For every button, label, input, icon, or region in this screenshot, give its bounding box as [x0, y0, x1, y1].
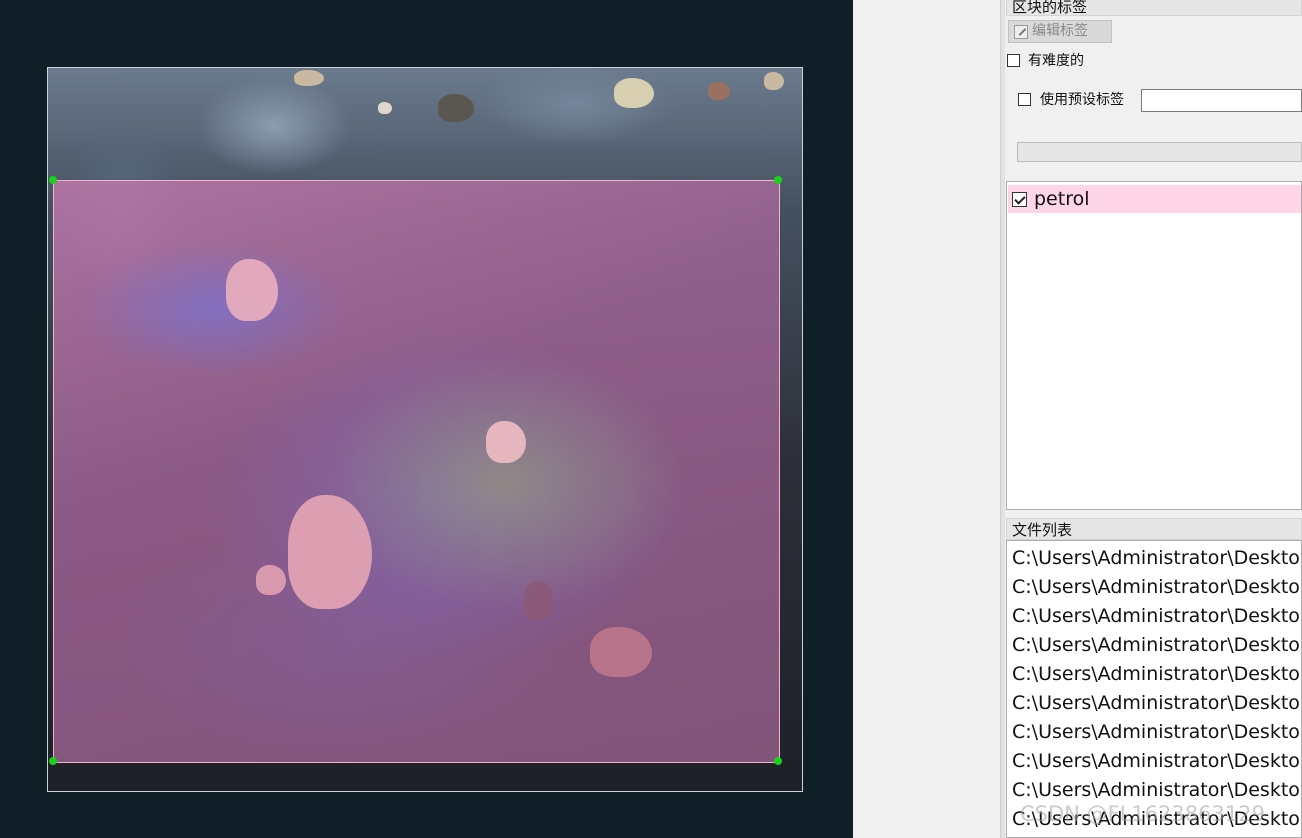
- file-list-item[interactable]: C:\Users\Administrator\Deskto: [1007, 602, 1301, 631]
- image-canvas[interactable]: [0, 0, 853, 838]
- bbox-handle-bottom-left[interactable]: [49, 757, 57, 765]
- difficult-label: 有难度的: [1028, 53, 1084, 69]
- file-list-item[interactable]: C:\Users\Administrator\Deskto: [1007, 718, 1301, 747]
- label-visible-checkbox[interactable]: [1012, 191, 1027, 207]
- file-list-item[interactable]: C:\Users\Administrator\Deskto: [1007, 631, 1301, 660]
- file-list-item[interactable]: C:\Users\Administrator\Deskto: [1007, 660, 1301, 689]
- default-label-input[interactable]: [1141, 89, 1302, 112]
- bbox-handle-top-left[interactable]: [49, 176, 57, 184]
- use-default-label-checkbox[interactable]: [1018, 93, 1031, 106]
- bbox-handle-bottom-right[interactable]: [774, 757, 782, 765]
- annotation-box-petrol[interactable]: [53, 180, 780, 763]
- difficult-checkbox[interactable]: [1007, 54, 1020, 67]
- file-list-dock-title: 文件列表: [1006, 518, 1302, 540]
- file-list-item[interactable]: C:\Users\Administrator\Deskto: [1007, 544, 1301, 573]
- progress-bar: [1017, 142, 1302, 162]
- label-item-petrol[interactable]: petrol: [1008, 185, 1301, 213]
- canvas-margin: [853, 0, 1000, 838]
- file-list-item[interactable]: C:\Users\Administrator\Deskto: [1007, 573, 1301, 602]
- edit-label-button[interactable]: 编辑标签: [1008, 20, 1112, 43]
- edit-label-button-text: 编辑标签: [1032, 23, 1088, 39]
- use-default-label-text: 使用预设标签: [1040, 92, 1124, 108]
- file-list-item[interactable]: C:\Users\Administrator\Deskto: [1007, 776, 1301, 805]
- box-labels-dock-title: 区块的标签: [1006, 0, 1302, 16]
- label-item-text: petrol: [1034, 188, 1090, 210]
- bbox-handle-top-right[interactable]: [774, 176, 782, 184]
- file-list[interactable]: C:\Users\Administrator\Deskto C:\Users\A…: [1006, 540, 1302, 838]
- file-list-item[interactable]: C:\Users\Administrator\Deskto: [1007, 747, 1301, 776]
- file-list-item[interactable]: C:\Users\Administrator\Deskto: [1007, 689, 1301, 718]
- watermark: CSDN @FL1623863129: [1020, 802, 1265, 826]
- edit-icon: [1014, 24, 1028, 39]
- label-list[interactable]: petrol: [1006, 181, 1302, 510]
